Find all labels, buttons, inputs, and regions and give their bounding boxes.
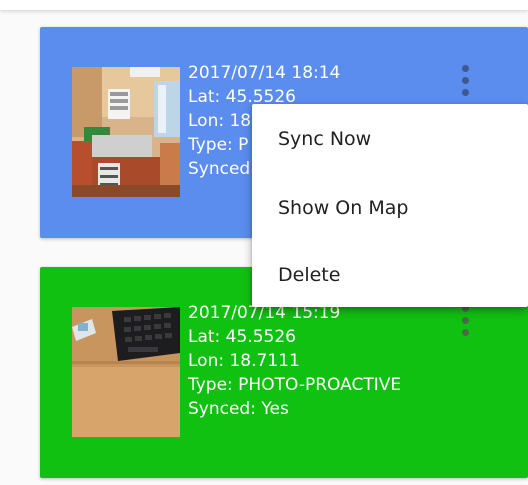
menu-item-delete[interactable]: Delete (278, 260, 340, 290)
photo-thumbnail[interactable] (72, 67, 180, 197)
entry-datetime: 2017/07/14 18:14 (188, 63, 341, 83)
entry-sync-status: Synced: Yes (188, 399, 289, 419)
toolbar-edge (0, 0, 528, 10)
more-vert-icon[interactable] (462, 65, 470, 99)
entry-type: Type: PHOTO-PROACTIVE (188, 375, 402, 395)
menu-item-show-on-map[interactable]: Show On Map (278, 193, 408, 223)
photo-list-screen: 2017/07/14 18:14 Lat: 45.5526 Lon: 18 Ty… (0, 0, 528, 485)
entry-longitude: Lon: 18.7111 (188, 351, 300, 371)
menu-item-sync-now[interactable]: Sync Now (278, 124, 371, 154)
entry-context-menu: Sync Now Show On Map Delete (252, 104, 528, 307)
keyboard-desk-photo-image (72, 307, 180, 437)
photo-thumbnail[interactable] (72, 307, 180, 437)
entry-latitude: Lat: 45.5526 (188, 327, 296, 347)
more-vert-icon[interactable] (462, 305, 470, 339)
room-photo-image (72, 67, 180, 197)
entry-details: 2017/07/14 15:19 Lat: 45.5526 Lon: 18.71… (188, 301, 401, 421)
